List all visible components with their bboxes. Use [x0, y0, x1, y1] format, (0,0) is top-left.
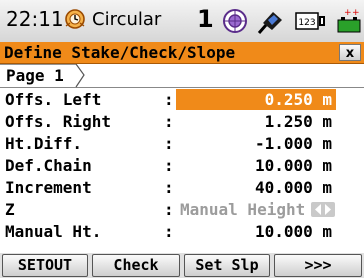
offs-left-input[interactable]: 0.250 m [176, 89, 336, 110]
field-label: Offs. Left [5, 90, 102, 109]
set-slope-button[interactable]: Set Slp [184, 254, 270, 277]
status-mode: Circular [92, 9, 162, 30]
choice-arrows-icon[interactable] [311, 202, 335, 217]
close-button[interactable]: x [339, 44, 361, 61]
tab-label: Page 1 [6, 66, 64, 85]
field-colon: : [164, 178, 174, 197]
field-label: Increment [5, 178, 92, 197]
battery-icon: + + [337, 8, 361, 33]
field-manual-ht: Manual Ht. : 10.000 m [0, 221, 364, 243]
field-offs-left: Offs. Left : 0.250 m [0, 89, 364, 111]
field-colon: : [164, 112, 174, 131]
field-colon: : [164, 222, 174, 241]
svg-text:+: + [352, 8, 360, 18]
increment-input[interactable]: 40.000 m [176, 177, 336, 198]
field-colon: : [164, 200, 174, 219]
tab-page-1[interactable]: Page 1 [0, 64, 104, 88]
status-time: 22:11 [6, 7, 64, 31]
ht-diff-input[interactable]: -1.000 m [176, 133, 336, 154]
face-indicator: 1 [197, 5, 214, 33]
field-label: Def.Chain [5, 156, 92, 175]
field-offs-right: Offs. Right : 1.250 m [0, 111, 364, 133]
field-label: Z [5, 200, 15, 219]
field-label: Offs. Right [5, 112, 111, 131]
field-z: Z : Manual Height [0, 199, 364, 221]
clock-icon [65, 9, 85, 29]
setout-button[interactable]: SETOUT [2, 254, 88, 277]
status-bar: 22:11 Circular 1 123 + + [0, 0, 364, 43]
more-button[interactable]: >>> [274, 254, 362, 277]
screen: 22:11 Circular 1 123 + + Define Stake/Ch… [0, 0, 364, 278]
field-label: Ht.Diff. [5, 134, 83, 153]
svg-text:+: + [344, 8, 352, 18]
dialog-title: Define Stake/Check/Slope [4, 43, 236, 62]
field-ht-diff: Ht.Diff. : -1.000 m [0, 133, 364, 155]
keyboard-123-icon[interactable]: 123 [295, 7, 327, 35]
field-list: Offs. Left : 0.250 m Offs. Right : 1.250… [0, 89, 364, 243]
manual-ht-input[interactable]: 10.000 m [176, 221, 336, 242]
check-button[interactable]: Check [92, 254, 180, 277]
field-def-chain: Def.Chain : 10.000 m [0, 155, 364, 177]
prism-icon[interactable] [255, 7, 285, 35]
def-chain-input[interactable]: 10.000 m [176, 155, 336, 176]
field-colon: : [164, 156, 174, 175]
field-colon: : [164, 134, 174, 153]
softkey-bar: SETOUT Check Set Slp >>> [0, 253, 364, 278]
keyboard-text: 123 [298, 18, 315, 28]
field-colon: : [164, 90, 174, 109]
dialog-title-bar: Define Stake/Check/Slope x [0, 42, 364, 64]
tab-bar: Page 1 [0, 64, 364, 88]
field-increment: Increment : 40.000 m [0, 177, 364, 199]
target-icon[interactable] [222, 8, 248, 34]
offs-right-input[interactable]: 1.250 m [176, 111, 336, 132]
field-label: Manual Ht. [5, 222, 102, 241]
